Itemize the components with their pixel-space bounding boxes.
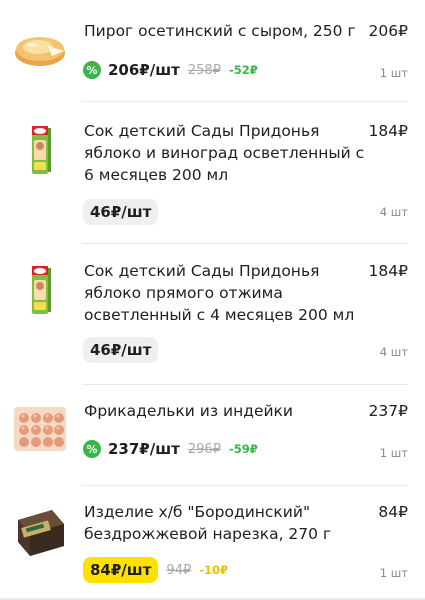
quantity: 1 шт bbox=[379, 446, 408, 460]
discount-amount: -59₽ bbox=[228, 442, 258, 456]
product-image-pie bbox=[12, 20, 68, 76]
quantity: 4 шт bbox=[379, 345, 408, 359]
product-name[interactable]: Изделие х/б "Бородинский" бездрожжевой н… bbox=[84, 501, 368, 545]
unit-price: 46₽/шт bbox=[83, 337, 159, 363]
price-row: % 206₽/шт 258₽ -52₽ bbox=[83, 56, 258, 84]
quantity: 1 шт bbox=[379, 566, 408, 580]
product-image-juice bbox=[12, 122, 68, 178]
product-image-meatballs bbox=[12, 401, 68, 457]
price-row: 46₽/шт bbox=[83, 198, 159, 226]
percent-badge-icon: % bbox=[83, 440, 101, 458]
list-item[interactable]: Пирог осетинский с сыром, 250 г 206₽ % 2… bbox=[0, 0, 425, 100]
price-row: % 237₽/шт 296₽ -59₽ bbox=[83, 435, 258, 463]
unit-price: 206₽/шт bbox=[108, 61, 180, 79]
product-image-bread bbox=[12, 502, 68, 558]
product-image-juice bbox=[12, 262, 68, 318]
order-items-list: Пирог осетинский с сыром, 250 г 206₽ % 2… bbox=[0, 0, 425, 600]
product-name[interactable]: Сок детский Сады Придонья яблоко прямого… bbox=[84, 260, 368, 326]
product-total-price: 206₽ bbox=[368, 22, 408, 40]
list-item[interactable]: Сок детский Сады Придонья яблоко и виног… bbox=[0, 102, 425, 242]
unit-price: 237₽/шт bbox=[108, 440, 180, 458]
product-total-price: 184₽ bbox=[368, 262, 408, 280]
unit-price: 46₽/шт bbox=[83, 199, 159, 225]
list-item[interactable]: Фрикадельки из индейки 237₽ % 237₽/шт 29… bbox=[0, 385, 425, 485]
quantity: 1 шт bbox=[379, 66, 408, 80]
quantity: 4 шт bbox=[379, 205, 408, 219]
product-total-price: 84₽ bbox=[378, 503, 408, 521]
discount-amount: -52₽ bbox=[228, 63, 258, 77]
list-item[interactable]: Изделие х/б "Бородинский" бездрожжевой н… bbox=[0, 486, 425, 598]
old-price: 296₽ bbox=[187, 441, 221, 457]
unit-price: 84₽/шт bbox=[83, 557, 159, 583]
product-name[interactable]: Пирог осетинский с сыром, 250 г bbox=[84, 20, 368, 42]
discount-amount: -10₽ bbox=[199, 563, 229, 577]
price-row: 84₽/шт 94₽ -10₽ bbox=[83, 556, 228, 584]
percent-badge-icon: % bbox=[83, 61, 101, 79]
price-row: 46₽/шт bbox=[83, 336, 159, 364]
list-item[interactable]: Сок детский Сады Придонья яблоко прямого… bbox=[0, 244, 425, 384]
product-name[interactable]: Фрикадельки из индейки bbox=[84, 400, 368, 422]
product-name[interactable]: Сок детский Сады Придонья яблоко и виног… bbox=[84, 120, 368, 186]
product-total-price: 184₽ bbox=[368, 122, 408, 140]
old-price: 258₽ bbox=[187, 62, 221, 78]
product-total-price: 237₽ bbox=[368, 402, 408, 420]
old-price: 94₽ bbox=[166, 562, 192, 578]
